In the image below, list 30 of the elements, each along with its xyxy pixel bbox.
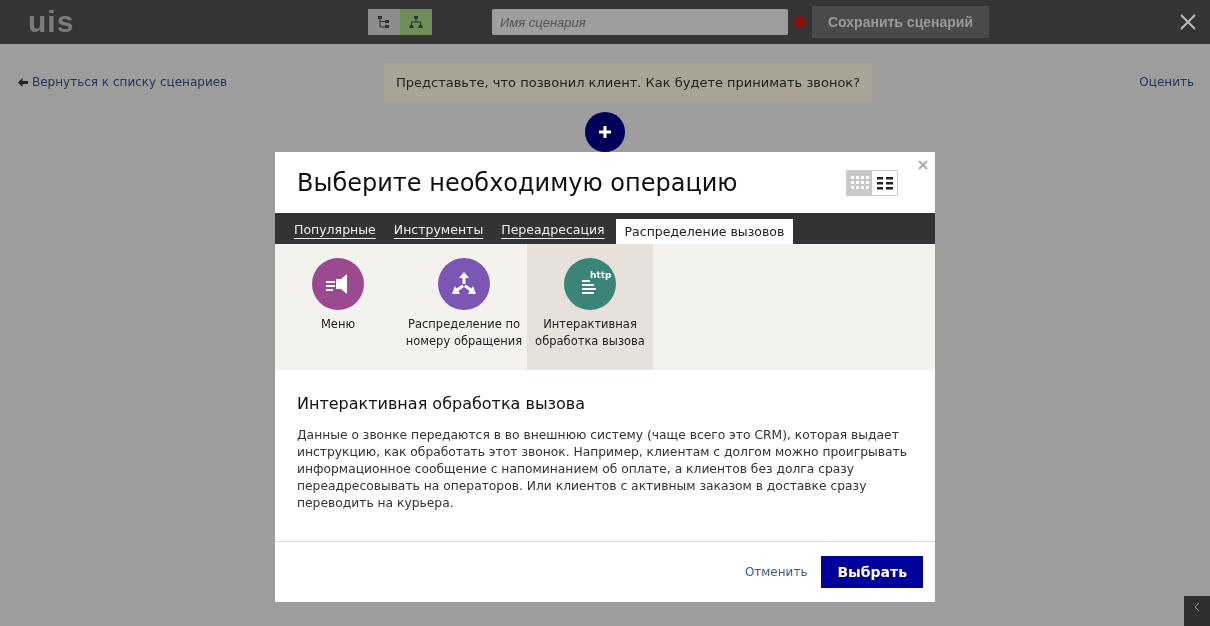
tab[interactable]: Инструменты	[386, 219, 491, 244]
back-link[interactable]: Вернуться к списку сценариев	[18, 75, 384, 89]
operation-icon: http	[564, 258, 616, 310]
list-icon	[876, 175, 893, 190]
layout-toggle-button[interactable]	[847, 170, 872, 195]
close-icon[interactable]	[1180, 14, 1196, 30]
operation-item[interactable]: http Интерактивная обработка вызова	[527, 244, 653, 370]
dialog-title: Выберите необходимую операцию	[297, 168, 739, 197]
tree-icon	[377, 15, 391, 29]
view-toggle-button[interactable]	[368, 9, 400, 35]
tab[interactable]: Распределение вызовов	[615, 219, 794, 244]
scenario-name-field[interactable]: Имя сценария	[492, 9, 788, 35]
chevron-left-icon	[1194, 602, 1200, 612]
grid-icon	[850, 175, 869, 190]
select-button[interactable]: Выбрать	[821, 556, 923, 588]
description-title: Интерактивная обработка вызова	[297, 394, 587, 413]
arrow-left-icon	[18, 77, 28, 87]
cancel-link[interactable]: Отменить	[744, 565, 808, 579]
side-panel-toggle[interactable]	[1184, 596, 1210, 626]
question-node[interactable]: Представьте, что позвонил клиент. Как будете принимать звонок?	[384, 62, 873, 102]
tab[interactable]: Популярные	[287, 219, 383, 244]
description-text: Данные о звонке передаются в во внешнюю систему (чаще всего это CRM), которая выдает инструкцию, как обработать этот звонок. Например, клиентам с долгом можно проигрывать информационное сообщение с напоминанием об оплате, а клиентов без долга сразу переадресовывать на операторов. Или клиентов с активным заказом в доставке сразу переводить на курьера.	[297, 427, 908, 512]
view-toggle-button[interactable]	[400, 9, 432, 35]
rate-link[interactable]: Оценить	[1139, 75, 1194, 89]
add-button[interactable]	[585, 112, 625, 152]
tab[interactable]: Переадресация	[494, 219, 612, 244]
hierarchy-icon	[409, 15, 423, 29]
operation-item[interactable]: Распределение по номеру обращения	[401, 244, 527, 370]
operation-item[interactable]: Меню	[275, 244, 401, 370]
plus-icon	[598, 125, 612, 139]
